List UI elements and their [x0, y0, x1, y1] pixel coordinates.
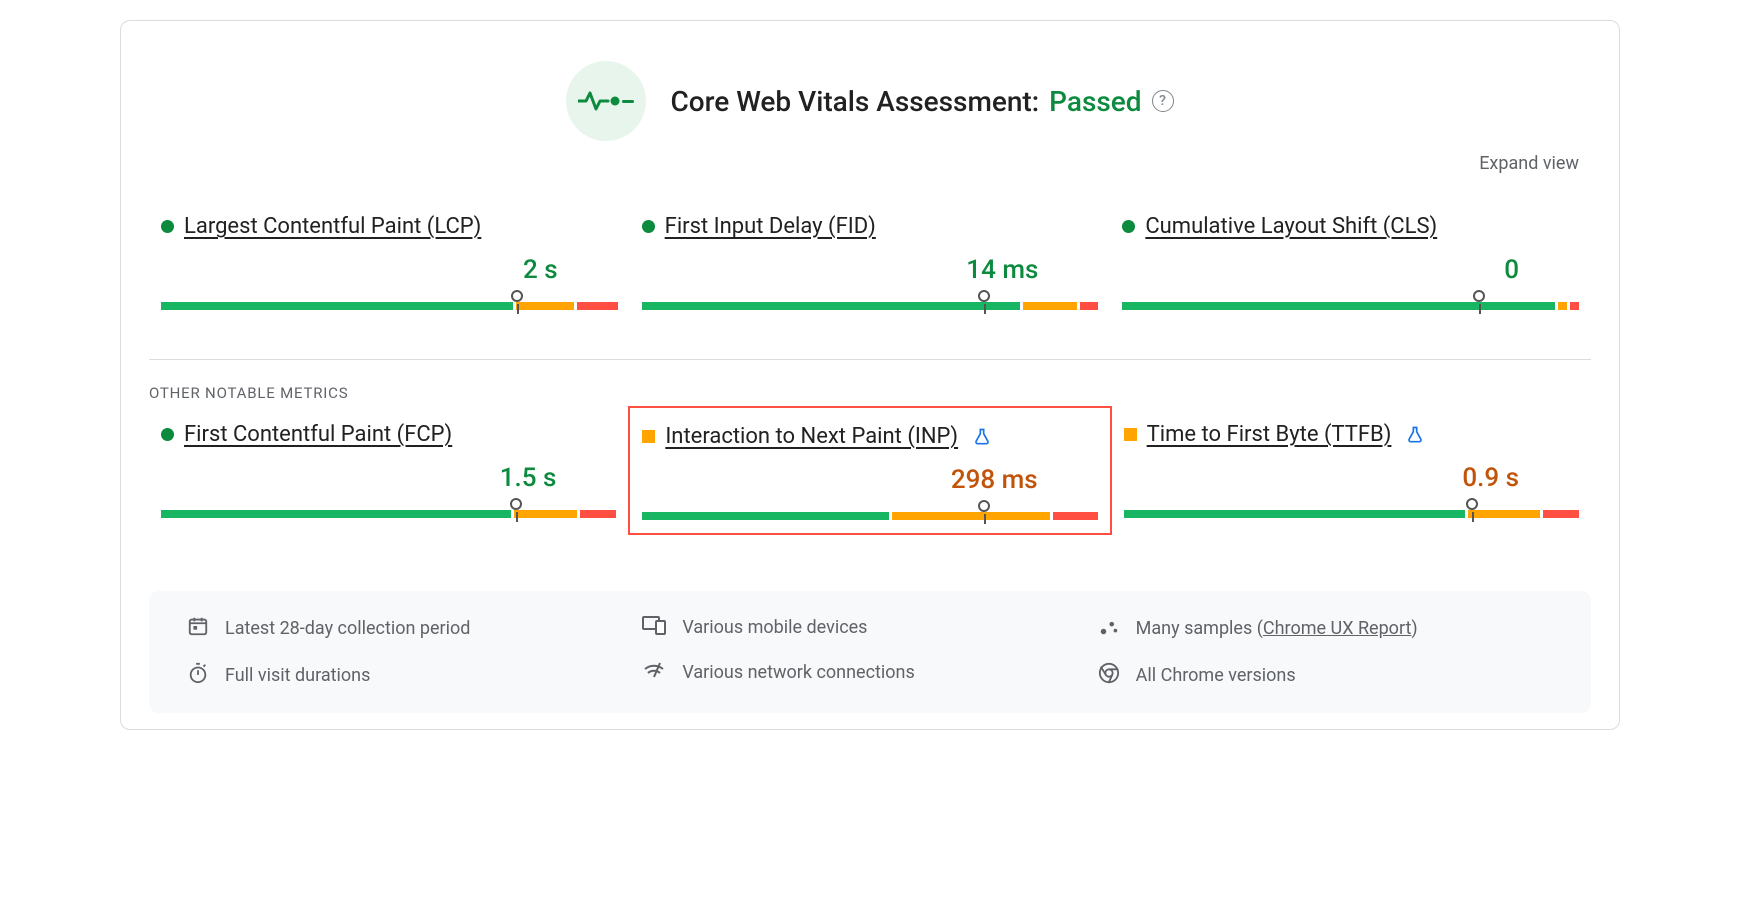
- bar-poor-segment: [580, 510, 616, 518]
- status-indicator: [642, 220, 655, 233]
- bar-poor-segment: [1080, 302, 1098, 310]
- assessment-title-prefix: Core Web Vitals Assessment:: [670, 85, 1039, 118]
- bar-avg-segment: [1023, 302, 1077, 310]
- bar-avg-segment: [1558, 302, 1567, 310]
- bar-avg-segment: [892, 512, 1049, 520]
- calendar-icon: [187, 615, 209, 642]
- footer-item-text: Full visit durations: [225, 665, 370, 686]
- metric-lcp: Largest Contentful Paint (LCP) 2 s: [149, 198, 630, 323]
- status-indicator: [642, 430, 655, 443]
- metric-name-link[interactable]: Time to First Byte (TTFB): [1147, 422, 1392, 447]
- metric-value: 0.9 s: [1124, 447, 1579, 499]
- distribution-bar: [642, 505, 1097, 525]
- bar-good-segment: [1124, 510, 1466, 518]
- flask-icon: [972, 427, 992, 447]
- metric-name-link[interactable]: Cumulative Layout Shift (CLS): [1145, 214, 1437, 239]
- wifi-icon: [642, 660, 666, 685]
- footer-item-text: Various mobile devices: [682, 617, 867, 638]
- percentile-marker: [978, 500, 990, 512]
- assessment-title: Core Web Vitals Assessment: Passed ?: [670, 85, 1173, 118]
- metric-value: 1.5 s: [161, 447, 616, 499]
- flask-icon: [1405, 425, 1425, 445]
- metric-name-link[interactable]: First Input Delay (FID): [665, 214, 876, 239]
- footer-item: Many samples (Chrome UX Report): [1098, 615, 1553, 642]
- footer-item: Various network connections: [642, 660, 1097, 685]
- distribution-bar: [1122, 295, 1579, 315]
- other-metrics-heading: OTHER NOTABLE METRICS: [121, 360, 1619, 406]
- scatter-icon: [1098, 615, 1120, 642]
- percentile-marker: [511, 290, 523, 302]
- distribution-bar: [1124, 503, 1579, 523]
- bar-avg-segment: [514, 510, 577, 518]
- other-metrics-row: First Contentful Paint (FCP) 1.5 s Inter…: [121, 406, 1619, 571]
- bar-poor-segment: [1053, 512, 1098, 520]
- metric-value: 2 s: [161, 239, 618, 291]
- pulse-badge-icon: [566, 61, 646, 141]
- percentile-marker: [978, 290, 990, 302]
- bar-good-segment: [1122, 302, 1555, 310]
- stopwatch-icon: [187, 662, 209, 689]
- metric-fid: First Input Delay (FID) 14 ms: [630, 198, 1111, 323]
- bar-poor-segment: [1543, 510, 1579, 518]
- distribution-bar: [161, 295, 618, 315]
- status-indicator: [1124, 428, 1137, 441]
- help-icon[interactable]: ?: [1152, 90, 1174, 112]
- core-metrics-row: Largest Contentful Paint (LCP) 2 s First…: [121, 198, 1619, 359]
- bar-avg-segment: [516, 302, 575, 310]
- bar-good-segment: [161, 302, 513, 310]
- distribution-bar: [642, 295, 1099, 315]
- footer-item: Full visit durations: [187, 662, 642, 689]
- metric-cls: Cumulative Layout Shift (CLS) 0: [1110, 198, 1591, 323]
- footer-item-text: Various network connections: [682, 662, 914, 683]
- metric-name-link[interactable]: Interaction to Next Paint (INP): [665, 424, 958, 449]
- percentile-marker: [1473, 290, 1485, 302]
- metric-name-link[interactable]: Largest Contentful Paint (LCP): [184, 214, 481, 239]
- data-source-footer: Latest 28-day collection period Full vis…: [149, 591, 1591, 713]
- core-web-vitals-card: Core Web Vitals Assessment: Passed ? Exp…: [120, 20, 1620, 730]
- metric-value: 14 ms: [642, 239, 1099, 291]
- status-indicator: [1122, 220, 1135, 233]
- footer-item-text: All Chrome versions: [1136, 665, 1296, 686]
- metric-name-link[interactable]: First Contentful Paint (FCP): [184, 422, 452, 447]
- bar-poor-segment: [1570, 302, 1579, 310]
- footer-item: Various mobile devices: [642, 615, 1097, 640]
- footer-item: All Chrome versions: [1098, 662, 1553, 689]
- metric-fcp: First Contentful Paint (FCP) 1.5 s: [149, 406, 628, 535]
- footer-item-text: Many samples (Chrome UX Report): [1136, 618, 1418, 639]
- expand-view-row: Expand view: [121, 153, 1619, 198]
- footer-item: Latest 28-day collection period: [187, 615, 642, 642]
- bar-good-segment: [161, 510, 511, 518]
- chrome-icon: [1098, 662, 1120, 689]
- metric-ttfb: Time to First Byte (TTFB) 0.9 s: [1112, 406, 1591, 535]
- bar-good-segment: [642, 512, 889, 520]
- percentile-marker: [1466, 498, 1478, 510]
- distribution-bar: [161, 503, 616, 523]
- bar-poor-segment: [577, 302, 618, 310]
- status-indicator: [161, 428, 174, 441]
- metric-inp: Interaction to Next Paint (INP) 298 ms: [628, 406, 1111, 535]
- percentile-marker: [510, 498, 522, 510]
- expand-view-button[interactable]: Expand view: [1479, 153, 1579, 174]
- bar-good-segment: [642, 302, 1021, 310]
- status-indicator: [161, 220, 174, 233]
- footer-item-text: Latest 28-day collection period: [225, 618, 470, 639]
- metric-value: 298 ms: [642, 449, 1097, 501]
- bar-avg-segment: [1468, 510, 1540, 518]
- assessment-status: Passed: [1049, 85, 1141, 118]
- assessment-header: Core Web Vitals Assessment: Passed ?: [121, 21, 1619, 153]
- metric-value: 0: [1122, 239, 1579, 291]
- devices-icon: [642, 615, 666, 640]
